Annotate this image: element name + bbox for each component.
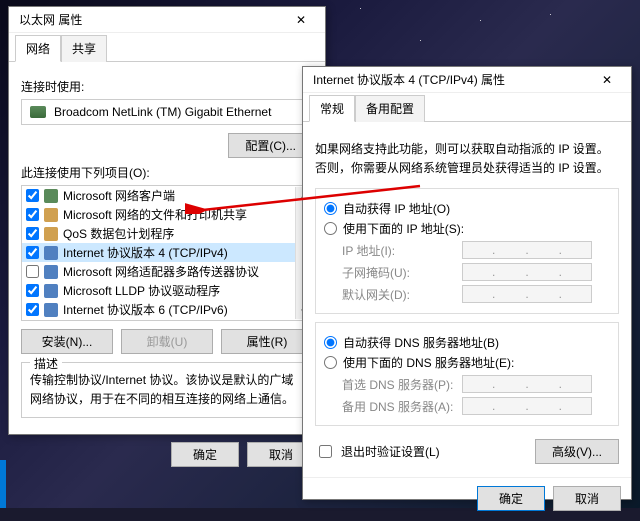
service-icon <box>44 227 58 241</box>
tab-network[interactable]: 网络 <box>15 35 61 62</box>
dns-pref-row: 首选 DNS 服务器(P): ... <box>342 375 610 393</box>
item-label: Microsoft 网络适配器多路传送器协议 <box>63 263 259 280</box>
item-label: 链路层拓扑发现响应程序 <box>63 320 195 321</box>
validate-exit-row[interactable]: 退出时验证设置(L) <box>315 442 440 461</box>
taskbar-edge <box>0 460 6 508</box>
item-checkbox[interactable] <box>26 189 39 202</box>
subnet-row: 子网掩码(U): ... <box>342 263 610 281</box>
item-checkbox[interactable] <box>26 284 39 297</box>
list-item[interactable]: Microsoft LLDP 协议驱动程序 <box>22 281 312 300</box>
dns-alt-label: 备用 DNS 服务器(A): <box>342 398 462 415</box>
ipv4-properties-window: Internet 协议版本 4 (TCP/IPv4) 属性 ✕ 常规 备用配置 … <box>302 66 632 500</box>
item-label: Microsoft 网络客户端 <box>63 187 175 204</box>
validate-exit-label: 退出时验证设置(L) <box>341 443 440 460</box>
item-label: Internet 协议版本 4 (TCP/IPv4) <box>63 244 228 261</box>
description-group: 描述 传输控制协议/Internet 协议。该协议是默认的广域网络协议，用于在不… <box>21 362 313 418</box>
list-item[interactable]: 链路层拓扑发现响应程序 <box>22 319 312 321</box>
radio-dns-manual[interactable] <box>324 356 337 369</box>
service-icon <box>44 208 58 222</box>
radio-dns-manual-label: 使用下面的 DNS 服务器地址(E): <box>343 354 514 371</box>
dns-pref-input: ... <box>462 375 592 393</box>
gateway-label: 默认网关(D): <box>342 286 462 303</box>
gateway-row: 默认网关(D): ... <box>342 285 610 303</box>
radio-dns-auto[interactable] <box>324 336 337 349</box>
radio-ip-manual-label: 使用下面的 IP 地址(S): <box>343 220 464 237</box>
description-text: 传输控制协议/Internet 协议。该协议是默认的广域网络协议，用于在不同的相… <box>30 371 304 409</box>
tab-strip: 网络 共享 <box>9 35 325 62</box>
list-item[interactable]: QoS 数据包计划程序 <box>22 224 312 243</box>
install-button[interactable]: 安装(N)... <box>21 329 113 354</box>
ip-address-label: IP 地址(I): <box>342 242 462 259</box>
close-icon: ✕ <box>296 13 306 27</box>
titlebar[interactable]: Internet 协议版本 4 (TCP/IPv4) 属性 ✕ <box>303 67 631 93</box>
list-item[interactable]: Microsoft 网络适配器多路传送器协议 <box>22 262 312 281</box>
ok-button[interactable]: 确定 <box>171 442 239 467</box>
radio-ip-auto-label: 自动获得 IP 地址(O) <box>343 200 450 217</box>
items-list[interactable]: Microsoft 网络客户端 Microsoft 网络的文件和打印机共享 QoS … <box>21 185 313 321</box>
close-button[interactable]: ✕ <box>281 7 321 33</box>
item-label: QoS 数据包计划程序 <box>63 225 174 242</box>
connect-using-label: 连接时使用: <box>21 78 313 95</box>
list-item[interactable]: Microsoft 网络客户端 <box>22 186 312 205</box>
ip-address-input: ... <box>462 241 592 259</box>
ip-address-row: IP 地址(I): ... <box>342 241 610 259</box>
item-label: Microsoft 网络的文件和打印机共享 <box>63 206 247 223</box>
protocol-icon <box>44 246 58 260</box>
adapter-box: Broadcom NetLink (TM) Gigabit Ethernet <box>21 99 313 125</box>
dns-alt-input: ... <box>462 397 592 415</box>
protocol-icon <box>44 284 58 298</box>
ip-auto-row[interactable]: 自动获得 IP 地址(O) <box>324 200 610 217</box>
advanced-button[interactable]: 高级(V)... <box>535 439 619 464</box>
item-checkbox[interactable] <box>26 208 39 221</box>
close-button[interactable]: ✕ <box>587 67 627 93</box>
dialog-footer: 确定 取消 <box>9 434 325 477</box>
ip-manual-row[interactable]: 使用下面的 IP 地址(S): <box>324 220 610 237</box>
tab-general[interactable]: 常规 <box>309 95 355 122</box>
window-title: Internet 协议版本 4 (TCP/IPv4) 属性 <box>313 71 587 88</box>
list-item[interactable]: Internet 协议版本 4 (TCP/IPv4) <box>22 243 312 262</box>
properties-button[interactable]: 属性(R) <box>221 329 313 354</box>
close-icon: ✕ <box>602 73 612 87</box>
radio-ip-manual[interactable] <box>324 222 337 235</box>
dns-pref-label: 首选 DNS 服务器(P): <box>342 376 462 393</box>
description-title: 描述 <box>30 355 62 372</box>
list-item[interactable]: Microsoft 网络的文件和打印机共享 <box>22 205 312 224</box>
item-label: Microsoft LLDP 协议驱动程序 <box>63 282 220 299</box>
protocol-icon <box>44 265 58 279</box>
radio-dns-auto-label: 自动获得 DNS 服务器地址(B) <box>343 334 499 351</box>
content-area: 如果网络支持此功能，则可以获取自动指派的 IP 设置。否则，你需要从网络系统管理… <box>303 122 631 477</box>
ethernet-properties-window: 以太网 属性 ✕ 网络 共享 连接时使用: Broadcom NetLink (… <box>8 6 326 435</box>
tab-strip: 常规 备用配置 <box>303 95 631 122</box>
item-checkbox[interactable] <box>26 227 39 240</box>
item-label: Internet 协议版本 6 (TCP/IPv6) <box>63 301 228 318</box>
subnet-input: ... <box>462 263 592 281</box>
client-icon <box>44 189 58 203</box>
dns-auto-row[interactable]: 自动获得 DNS 服务器地址(B) <box>324 334 610 351</box>
titlebar[interactable]: 以太网 属性 ✕ <box>9 7 325 33</box>
validate-exit-checkbox[interactable] <box>319 445 332 458</box>
item-checkbox[interactable] <box>26 246 39 259</box>
configure-button[interactable]: 配置(C)... <box>228 133 313 158</box>
item-checkbox[interactable] <box>26 265 39 278</box>
dns-manual-row[interactable]: 使用下面的 DNS 服务器地址(E): <box>324 354 610 371</box>
window-title: 以太网 属性 <box>19 11 281 28</box>
dialog-footer: 确定 取消 <box>303 477 631 521</box>
radio-ip-auto[interactable] <box>324 202 337 215</box>
content-area: 连接时使用: Broadcom NetLink (TM) Gigabit Eth… <box>9 62 325 434</box>
protocol-icon <box>44 303 58 317</box>
nic-icon <box>30 106 46 118</box>
adapter-name: Broadcom NetLink (TM) Gigabit Ethernet <box>54 105 271 119</box>
dns-alt-row: 备用 DNS 服务器(A): ... <box>342 397 610 415</box>
subnet-label: 子网掩码(U): <box>342 264 462 281</box>
uninstall-button[interactable]: 卸载(U) <box>121 329 213 354</box>
items-label: 此连接使用下列项目(O): <box>21 164 313 181</box>
intro-text: 如果网络支持此功能，则可以获取自动指派的 IP 设置。否则，你需要从网络系统管理… <box>315 140 619 178</box>
gateway-input: ... <box>462 285 592 303</box>
item-checkbox[interactable] <box>26 303 39 316</box>
tab-sharing[interactable]: 共享 <box>61 35 107 62</box>
tab-alternate[interactable]: 备用配置 <box>355 95 425 122</box>
list-item[interactable]: Internet 协议版本 6 (TCP/IPv6) <box>22 300 312 319</box>
